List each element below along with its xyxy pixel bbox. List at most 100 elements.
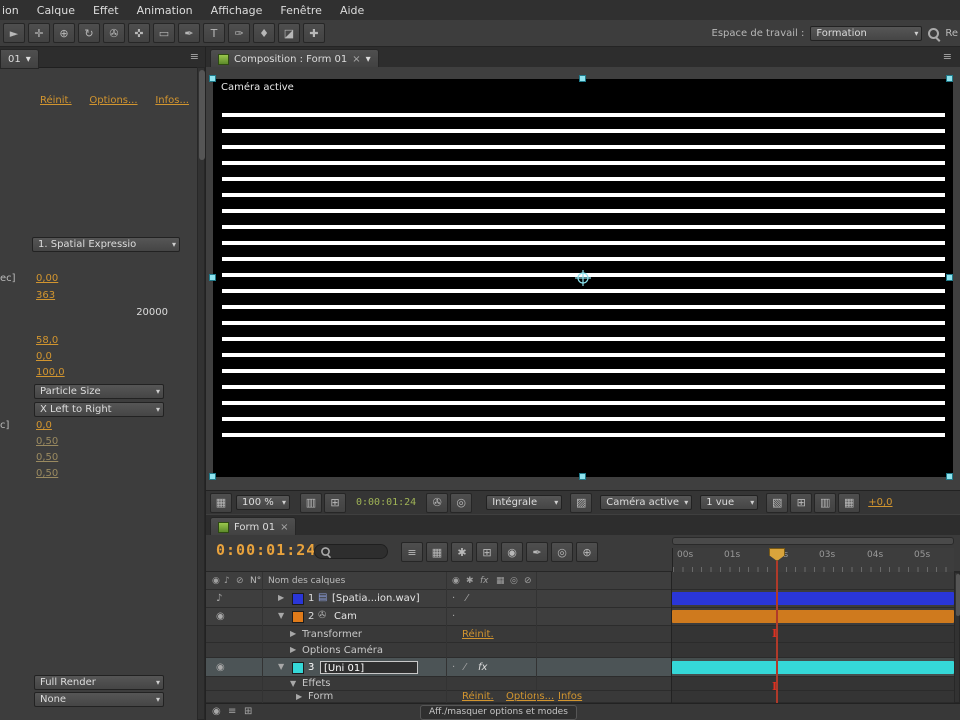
- timeline-search-input[interactable]: [314, 544, 388, 559]
- layer2-name[interactable]: Cam: [334, 611, 357, 622]
- menu-item-fenetre[interactable]: Fenêtre: [271, 4, 331, 17]
- layer3-duration-bar[interactable]: [672, 661, 954, 674]
- audio-icon[interactable]: ♪: [224, 576, 230, 586]
- close-icon[interactable]: ×: [352, 54, 360, 65]
- draft-3d-button[interactable]: ▦: [426, 542, 448, 562]
- brainstorm-button[interactable]: ✒: [526, 542, 548, 562]
- column-name-header[interactable]: Nom des calques: [268, 576, 345, 586]
- brush-tool[interactable]: ✑: [228, 23, 250, 43]
- param-value-7[interactable]: 0,50: [36, 436, 58, 447]
- collapse-icon[interactable]: ▼: [290, 680, 296, 688]
- timeline-button[interactable]: ▥: [814, 492, 837, 513]
- hand-tool[interactable]: ✛: [28, 23, 50, 43]
- layer3-color-swatch[interactable]: [292, 662, 304, 674]
- layer3-effects-row[interactable]: ▼ Effets: [206, 677, 672, 691]
- layer2-transform-row[interactable]: ▶ Transformer Réinit.: [206, 626, 672, 643]
- param-value-8[interactable]: 0,50: [36, 452, 58, 463]
- menu-item-effet[interactable]: Effet: [84, 4, 128, 17]
- selection-handle-bottom-right[interactable]: [946, 473, 953, 480]
- expand-icon[interactable]: ▶: [290, 646, 296, 654]
- selection-handle-top-left[interactable]: [209, 75, 216, 82]
- close-icon[interactable]: ×: [280, 522, 288, 533]
- form-infos-link[interactable]: Infos: [558, 691, 582, 702]
- toolbar-search-input[interactable]: Re: [945, 28, 958, 39]
- quality-switch-icon[interactable]: ✱: [466, 576, 474, 586]
- rotation-tool[interactable]: ↻: [78, 23, 100, 43]
- layer2-camera-options-row[interactable]: ▶ Options Caméra: [206, 643, 672, 658]
- column-number-header[interactable]: N°: [250, 576, 261, 586]
- eraser-tool[interactable]: ◪: [278, 23, 300, 43]
- camera-tool[interactable]: ✇: [103, 23, 125, 43]
- lock-icon[interactable]: ⊘: [236, 576, 244, 586]
- none-select[interactable]: None ▾: [34, 692, 164, 707]
- effect-options-link[interactable]: Options...: [89, 95, 137, 106]
- snapshot-button[interactable]: ✇: [426, 492, 449, 513]
- effects-group-label[interactable]: Effets: [302, 678, 331, 689]
- shy-layers-button[interactable]: ✱: [451, 542, 473, 562]
- selection-handle-bottom-center[interactable]: [579, 473, 586, 480]
- toggle-switches-modes-button[interactable]: Aff./masquer options et modes: [420, 705, 577, 720]
- grid-options-button[interactable]: ▦: [210, 492, 232, 513]
- layer1-name[interactable]: [Spatia...ion.wav]: [332, 593, 420, 604]
- pixel-aspect-button[interactable]: ▧: [766, 492, 789, 513]
- track-lane-3a[interactable]: [672, 677, 954, 691]
- region-of-interest-button[interactable]: ▨: [570, 492, 593, 513]
- param-value-3[interactable]: 58,0: [36, 335, 58, 346]
- mask-shape-tool[interactable]: ▭: [153, 23, 175, 43]
- layer2-duration-bar[interactable]: [672, 610, 954, 623]
- fast-previews-button[interactable]: ⊞: [790, 492, 813, 513]
- form-options-link[interactable]: Options...: [506, 691, 554, 702]
- eye-icon[interactable]: ◉: [216, 612, 225, 622]
- camera-view-select[interactable]: Caméra active ▾: [600, 495, 693, 510]
- timeline-tab[interactable]: Form 01 ×: [210, 517, 297, 537]
- flowchart-button[interactable]: ▦: [838, 492, 861, 513]
- current-timecode[interactable]: 0:00:01:24: [216, 541, 316, 559]
- motion-blur-button[interactable]: ◉: [501, 542, 523, 562]
- layer3-quality-icon[interactable]: ⁄: [464, 663, 466, 673]
- param-value-2[interactable]: 363: [36, 290, 55, 301]
- layer-row-1[interactable]: ♪ ▶ 1 ▤ [Spatia...ion.wav] · ⁄: [206, 590, 672, 608]
- render-mode-select[interactable]: Full Render ▾: [34, 675, 164, 690]
- scrollbar-thumb[interactable]: [956, 574, 960, 616]
- selection-tool[interactable]: ►: [3, 23, 25, 43]
- effect-infos-link[interactable]: Infos...: [155, 95, 189, 106]
- show-snapshot-button[interactable]: ◎: [450, 492, 473, 513]
- expand-panes-icon[interactable]: ◉: [212, 707, 221, 717]
- layer2-switch-dot[interactable]: ·: [452, 612, 455, 622]
- panel-menu-icon[interactable]: ≡: [190, 51, 199, 62]
- resolution-select[interactable]: Intégrale ▾: [486, 495, 563, 510]
- 3d-switch-icon[interactable]: ⊘: [524, 576, 532, 586]
- param-value-6[interactable]: 0,0: [36, 420, 52, 431]
- effects-panel-tab[interactable]: 01 ▾: [0, 49, 39, 69]
- eye-icon[interactable]: ◉: [216, 663, 225, 673]
- effect-reset-link[interactable]: Réinit.: [40, 95, 72, 106]
- time-ruler[interactable]: 00s 01s 02s 03s 04s 05s: [672, 548, 954, 572]
- view-layout-select[interactable]: 1 vue ▾: [700, 495, 759, 510]
- graph-editor-button[interactable]: ⊕: [576, 542, 598, 562]
- track-lane-2b[interactable]: [672, 643, 954, 658]
- expand-icon[interactable]: ▶: [296, 693, 302, 701]
- transform-group-label[interactable]: Transformer: [302, 629, 362, 640]
- exposure-value[interactable]: +0,0: [868, 497, 892, 508]
- selection-handle-bottom-left[interactable]: [209, 473, 216, 480]
- selection-handle-top-center[interactable]: [579, 75, 586, 82]
- layer-row-3-selected[interactable]: ◉ ▼ 3 [Uni 01] · ⁄ fx: [206, 658, 672, 677]
- param-value-5[interactable]: 100,0: [36, 367, 65, 378]
- menu-item-animation[interactable]: Animation: [128, 4, 202, 17]
- panel-menu-icon[interactable]: ≡: [943, 51, 952, 62]
- collapse-icon[interactable]: ▼: [278, 663, 284, 671]
- particle-size-select[interactable]: Particle Size ▾: [34, 384, 164, 399]
- clone-stamp-tool[interactable]: ♦: [253, 23, 275, 43]
- layer3-form-row[interactable]: ▶ Form Réinit. Options... Infos: [206, 691, 672, 703]
- puppet-tool[interactable]: ✚: [303, 23, 325, 43]
- safe-zones-button[interactable]: ▥: [300, 492, 322, 513]
- audio-on-icon[interactable]: ♪: [216, 594, 222, 604]
- menu-item-composition[interactable]: ion: [0, 4, 28, 17]
- workspace-select[interactable]: Formation ▾: [810, 25, 923, 41]
- param-value-4[interactable]: 0,0: [36, 351, 52, 362]
- anchor-point-icon[interactable]: [575, 270, 591, 286]
- selection-handle-top-right[interactable]: [946, 75, 953, 82]
- selection-handle-mid-left[interactable]: [209, 274, 216, 281]
- layer1-quality-icon[interactable]: ⁄: [466, 594, 468, 604]
- param-value-9[interactable]: 0,50: [36, 468, 58, 479]
